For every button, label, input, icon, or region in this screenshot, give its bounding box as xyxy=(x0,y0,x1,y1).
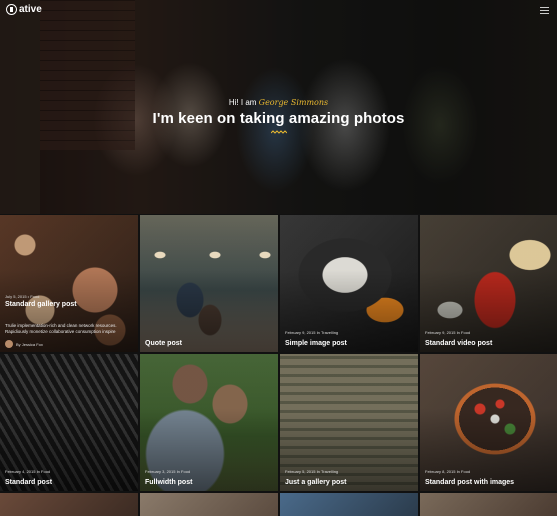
post-meta: July 5, 2015 • Food xyxy=(5,294,40,299)
post-title[interactable]: Fullwidth post xyxy=(145,479,192,486)
post-title[interactable]: Simple image post xyxy=(285,340,347,347)
avatar xyxy=(5,340,13,348)
author-name: George Simmons xyxy=(258,98,329,107)
post-card-partial[interactable] xyxy=(140,493,278,516)
post-card-standard-gallery[interactable]: July 5, 2015 • Food Standard gallery pos… xyxy=(0,215,138,352)
post-card-quote[interactable]: Quote post xyxy=(140,215,278,352)
post-meta: February 9, 2015 In Food xyxy=(425,330,471,335)
post-card-partial[interactable] xyxy=(0,493,138,516)
post-meta: February 8, 2015 In Food xyxy=(425,469,471,474)
post-meta: February 3, 2015 In Food xyxy=(145,469,191,474)
post-title[interactable]: Quote post xyxy=(145,340,182,347)
site-logo[interactable]: ative xyxy=(6,4,42,15)
author-label: By Jessica Fox xyxy=(16,341,43,347)
hero-headline: I'm keen on taking amazing photos xyxy=(152,110,405,127)
post-meta: February 4, 2015 In Food xyxy=(5,469,51,474)
post-card-partial[interactable] xyxy=(420,493,557,516)
post-meta: February 9, 2015 In Travelling xyxy=(285,330,339,335)
post-title[interactable]: Standard post with images xyxy=(425,479,514,486)
post-card-simple-image[interactable]: February 9, 2015 In Travelling Simple im… xyxy=(280,215,418,352)
greeting-prefix: Hi! I am xyxy=(228,98,257,107)
post-title[interactable]: Standard post xyxy=(5,479,52,486)
post-title[interactable]: Standard gallery post xyxy=(5,301,77,308)
logo-mark-icon xyxy=(6,4,17,15)
post-card-standard-video[interactable]: February 9, 2015 In Food Standard video … xyxy=(420,215,557,352)
post-author[interactable]: By Jessica Fox xyxy=(5,340,43,348)
post-card-partial[interactable] xyxy=(280,493,418,516)
post-card-standard[interactable]: February 4, 2015 In Food Standard post xyxy=(0,354,138,491)
squiggle-divider-icon xyxy=(270,130,287,134)
post-excerpt: Trulie implementation-rich and clean net… xyxy=(5,323,117,334)
hero-greeting: Hi! I am George Simmons xyxy=(0,98,557,107)
post-card-fullwidth[interactable]: February 3, 2015 In Food Fullwidth post xyxy=(140,354,278,491)
logo-text: ative xyxy=(19,4,42,15)
post-card-gallery[interactable]: February 5, 2015 In Travelling Just a ga… xyxy=(280,354,418,491)
post-title[interactable]: Standard video post xyxy=(425,340,492,347)
post-title[interactable]: Just a gallery post xyxy=(285,479,346,486)
post-meta: February 5, 2015 In Travelling xyxy=(285,469,339,474)
hamburger-menu-icon[interactable] xyxy=(540,7,549,14)
hero-text: Hi! I am George Simmons I'm keen on taki… xyxy=(0,98,557,134)
post-card-standard-with-images[interactable]: February 8, 2015 In Food Standard post w… xyxy=(420,354,557,491)
